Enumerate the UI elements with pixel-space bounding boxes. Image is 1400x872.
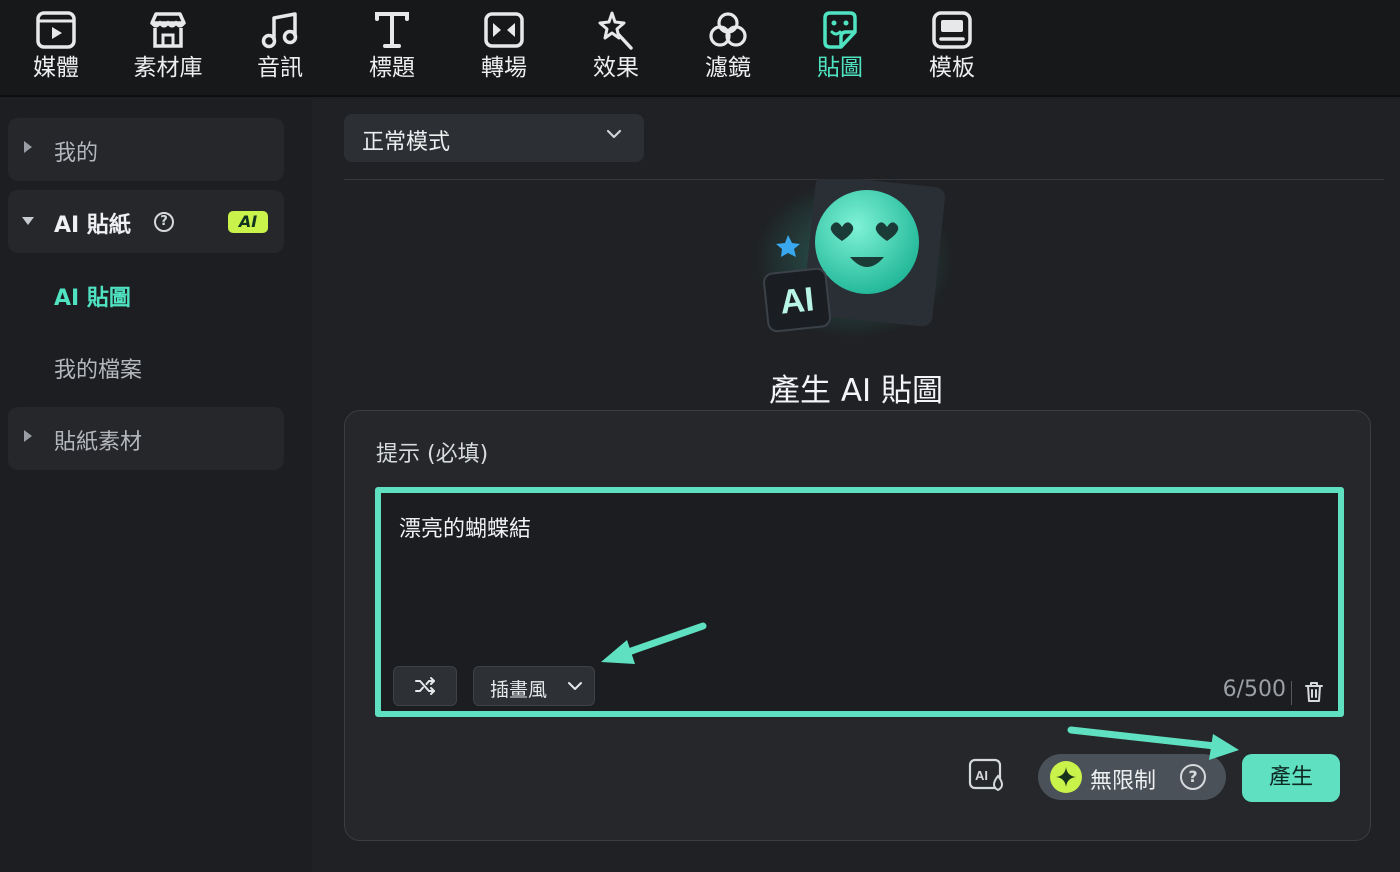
tool-transitions[interactable]: 轉場 — [456, 8, 552, 88]
svg-text:AI: AI — [778, 280, 816, 321]
sidebar-subitem-ai-sticker[interactable]: AI 貼圖 — [54, 280, 131, 312]
transition-icon — [484, 12, 524, 48]
sidebar-item-sticker-assets[interactable]: 貼紙素材 — [8, 407, 284, 470]
tool-templates[interactable]: 模板 — [904, 8, 1000, 88]
prompt-card: 提示 (必填) 漂亮的蝴蝶結 插畫風 6/500 AI 無限制 ? 產生 — [344, 410, 1371, 841]
tool-store[interactable]: 素材庫 — [120, 8, 216, 88]
ai-sticker-hero-illustration: AI — [754, 179, 954, 339]
sidebar-item-label: 貼紙素材 — [54, 430, 143, 455]
tool-label: 媒體 — [33, 55, 79, 81]
tool-label: 音訊 — [257, 55, 303, 81]
annotation-arrow — [1067, 726, 1239, 760]
sidebar: 我的 AI 貼紙 ? AI AI 貼圖 我的檔案 貼紙素材 — [0, 99, 312, 872]
mode-dropdown[interactable]: 正常模式 — [344, 114, 644, 162]
tool-titles[interactable]: 標題 — [344, 8, 440, 88]
divider — [1291, 681, 1292, 705]
sidebar-item-label: 我的 — [54, 141, 99, 166]
prompt-textarea[interactable]: 漂亮的蝴蝶結 插畫風 6/500 — [375, 487, 1344, 717]
chevron-down-icon — [568, 682, 582, 690]
trash-icon[interactable] — [1304, 681, 1324, 703]
tool-label: 效果 — [593, 55, 639, 81]
tool-label: 素材庫 — [133, 55, 203, 81]
tool-media[interactable]: 媒體 — [8, 8, 104, 88]
sidebar-item-mine[interactable]: 我的 — [8, 118, 284, 181]
media-icon — [36, 11, 76, 49]
magic-star-icon — [598, 11, 633, 50]
sidebar-item-label: AI 貼紙 — [54, 213, 131, 238]
top-toolbar: 媒體 素材庫 音訊 標題 轉場 效果 濾鏡 貼圖 模板 — [0, 0, 1400, 97]
char-counter: 6/500 — [1222, 677, 1286, 702]
tool-audio[interactable]: 音訊 — [232, 8, 328, 88]
ai-image-reference-icon[interactable]: AI — [968, 758, 1008, 794]
music-note-icon — [261, 12, 298, 49]
svg-text:AI: AI — [975, 768, 988, 783]
tool-effects[interactable]: 效果 — [568, 8, 664, 88]
sparkle-icon — [1050, 761, 1082, 793]
annotation-arrow — [601, 622, 707, 664]
prompt-label: 提示 (必填) — [376, 442, 489, 467]
mode-value: 正常模式 — [362, 130, 451, 155]
generate-button[interactable]: 產生 — [1242, 754, 1340, 802]
tool-label: 轉場 — [481, 55, 527, 81]
chevron-down-icon — [606, 129, 622, 139]
sidebar-subitem-my-files[interactable]: 我的檔案 — [54, 352, 142, 384]
page-title: 產生 AI 貼圖 — [768, 373, 944, 409]
caret-right-icon — [24, 430, 32, 442]
caret-right-icon — [24, 141, 32, 153]
help-icon[interactable]: ? — [1180, 764, 1206, 790]
caret-down-icon — [22, 217, 34, 225]
sticker-icon — [823, 11, 857, 49]
sidebar-item-ai-sticker[interactable]: AI 貼紙 ? AI — [8, 190, 284, 253]
style-value: 插畫風 — [490, 679, 548, 701]
tool-label: 濾鏡 — [705, 55, 751, 81]
tool-label: 模板 — [929, 55, 975, 81]
store-icon — [150, 12, 186, 48]
ai-badge: AI — [228, 211, 268, 233]
unlimited-label: 無限制 — [1090, 769, 1157, 794]
shuffle-icon — [415, 677, 435, 695]
tool-stickers[interactable]: 貼圖 — [792, 8, 888, 88]
style-dropdown[interactable]: 插畫風 — [473, 666, 595, 706]
prompt-value[interactable]: 漂亮的蝴蝶結 — [399, 511, 531, 543]
tool-filters[interactable]: 濾鏡 — [680, 8, 776, 88]
tool-label: 標題 — [369, 55, 415, 81]
template-icon — [932, 11, 972, 49]
help-icon[interactable]: ? — [154, 212, 174, 232]
filter-circles-icon — [709, 12, 747, 47]
shuffle-button[interactable] — [393, 666, 457, 706]
text-t-icon — [375, 12, 409, 48]
tool-label: 貼圖 — [817, 55, 863, 81]
